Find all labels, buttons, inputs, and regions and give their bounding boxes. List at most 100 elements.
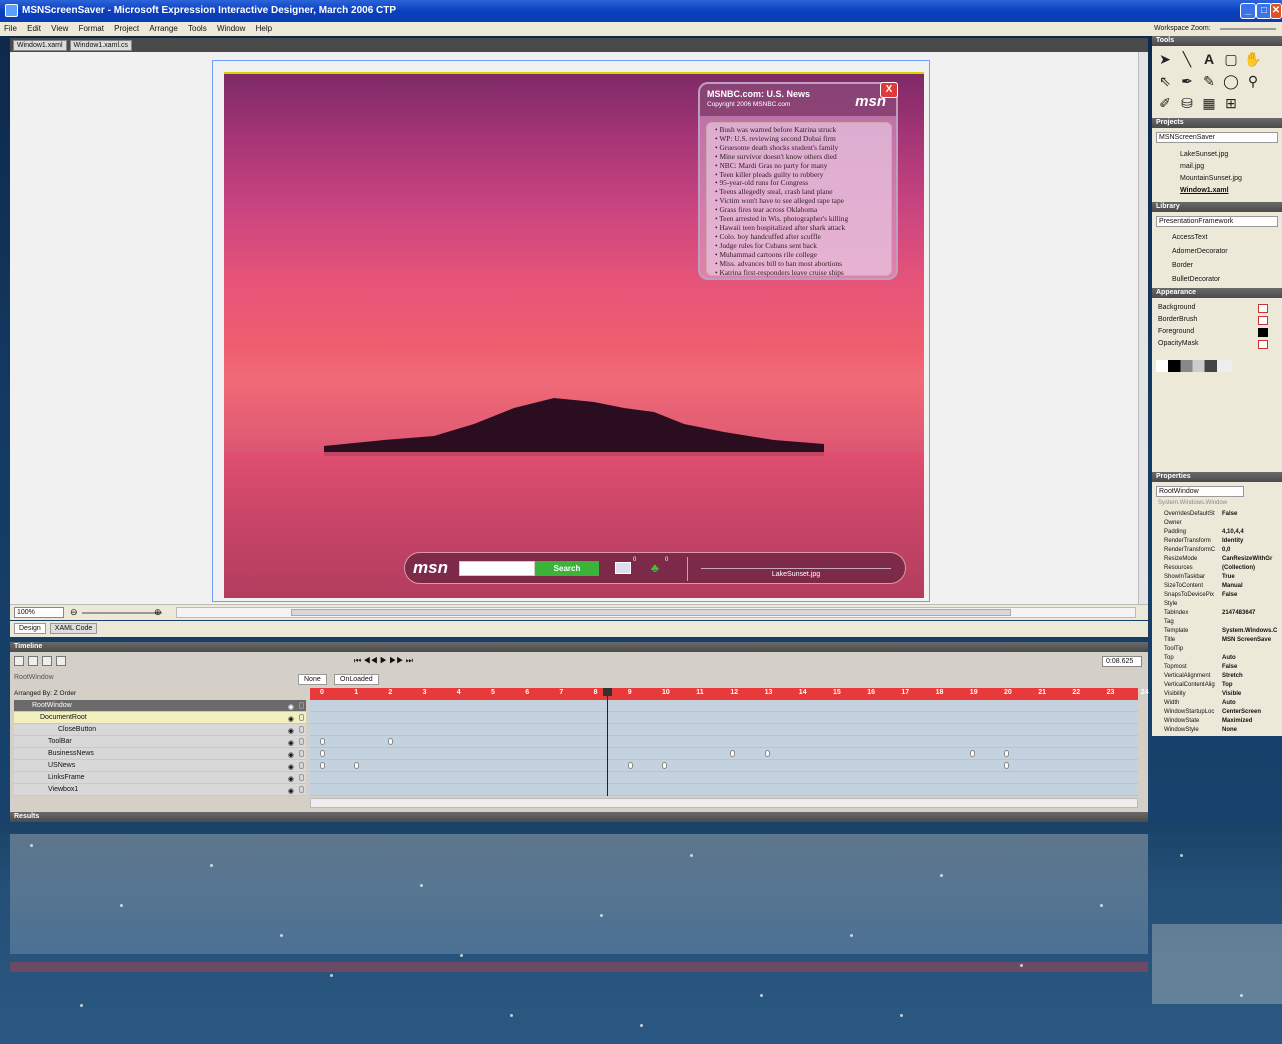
workspace-zoom-slider[interactable] <box>1220 28 1276 30</box>
library-item-adornerdecorator[interactable]: AdornerDecorator <box>1172 248 1228 255</box>
property-value[interactable]: Auto <box>1222 654 1282 663</box>
menu-project[interactable]: Project <box>114 24 139 33</box>
property-row[interactable]: ShowInTaskbar True <box>1156 573 1280 582</box>
eyedropper-tool-icon[interactable]: ✐ <box>1156 94 1174 112</box>
lock-icon[interactable] <box>299 726 304 733</box>
project-root[interactable]: MSNScreenSaver <box>1156 132 1278 143</box>
property-value[interactable]: 0,0 <box>1222 546 1282 555</box>
library-item-border[interactable]: Border <box>1172 262 1193 269</box>
property-row[interactable]: Top Auto <box>1156 654 1280 663</box>
property-row[interactable]: VerticalAlignment Stretch <box>1156 672 1280 681</box>
lock-icon[interactable] <box>299 738 304 745</box>
keyframe-marker[interactable] <box>320 750 325 757</box>
headline-item[interactable]: Bush was warned before Katrina struck <box>715 126 887 135</box>
property-row[interactable]: TabIndex 2147483647 <box>1156 609 1280 618</box>
tab-window1-xaml-cs[interactable]: Window1.xaml.cs <box>69 40 132 51</box>
timeline-track[interactable] <box>310 760 1138 772</box>
project-file-window1[interactable]: Window1.xaml <box>1180 187 1229 194</box>
time-display[interactable]: 0:08.625 <box>1102 656 1142 667</box>
appearance-background[interactable]: Background <box>1158 304 1195 311</box>
pan-tool-icon[interactable]: ✋ <box>1244 50 1262 68</box>
search-input[interactable] <box>459 561 535 576</box>
zoom-select[interactable]: 100% <box>14 607 64 618</box>
project-file-lakesunset[interactable]: LakeSunset.jpg <box>1180 151 1228 158</box>
keyframe-marker[interactable] <box>354 762 360 769</box>
playback-controls[interactable]: ⏮ ◀◀ ▶ ▶▶ ⏭ <box>354 656 413 666</box>
property-value[interactable]: CenterScreen <box>1222 708 1282 717</box>
zoom-tool-icon[interactable]: ⚲ <box>1244 72 1262 90</box>
zoom-out-icon[interactable]: ⊖ <box>70 607 78 618</box>
property-row[interactable]: ResizeMode CanResizeWithGr <box>1156 555 1280 564</box>
headline-item[interactable]: Grass fires tear across Oklahoma <box>715 206 887 215</box>
brush-type-selector[interactable] <box>1156 360 1232 372</box>
property-row[interactable]: Topmost False <box>1156 663 1280 672</box>
timeline-tracks[interactable] <box>310 700 1138 796</box>
headline-item[interactable]: Colo. boy handcuffed after scuffle <box>715 233 887 242</box>
property-row[interactable]: Template System.Windows.C <box>1156 627 1280 636</box>
tree-row[interactable]: BusinessNews ◉ <box>14 748 306 760</box>
menu-arrange[interactable]: Arrange <box>149 24 177 33</box>
timeline-track[interactable] <box>310 724 1138 736</box>
zoom-in-icon[interactable]: ⊕ <box>154 607 162 618</box>
property-row[interactable]: Width Auto <box>1156 699 1280 708</box>
tree-row[interactable]: RootWindow ◉ <box>14 700 306 712</box>
headline-item[interactable]: Muhammad cartoons rile college <box>715 251 887 260</box>
headline-item[interactable]: Hawaii teen hospitalized after shark att… <box>715 224 887 233</box>
headline-item[interactable]: Teen arrested in Wis. photographer's kil… <box>715 215 887 224</box>
lock-icon[interactable] <box>299 762 304 769</box>
tree-row[interactable]: LinksFrame ◉ <box>14 772 306 784</box>
timeline-search-icon[interactable] <box>42 656 52 666</box>
headline-item[interactable]: Teen killer pleads guilty to robbery <box>715 171 887 180</box>
property-value[interactable]: Auto <box>1222 699 1282 708</box>
tree-row[interactable]: DocumentRoot ◉ <box>14 712 306 724</box>
timeline-layer-icon[interactable] <box>28 656 38 666</box>
tree-row[interactable]: ToolBar ◉ <box>14 736 306 748</box>
appearance-borderbrush[interactable]: BorderBrush <box>1158 316 1197 323</box>
zoom-slider[interactable] <box>82 612 162 614</box>
property-value[interactable]: MSN ScreenSave <box>1222 636 1282 645</box>
headline-item[interactable]: 95-year-old runs for Congress <box>715 179 887 188</box>
project-file-mail[interactable]: mail.jpg <box>1180 163 1204 170</box>
menu-file[interactable]: File <box>4 24 17 33</box>
menu-help[interactable]: Help <box>256 24 272 33</box>
property-value[interactable]: False <box>1222 591 1282 600</box>
menu-tools[interactable]: Tools <box>188 24 207 33</box>
property-value[interactable]: Visible <box>1222 690 1282 699</box>
opacitymask-swatch[interactable] <box>1258 340 1268 349</box>
pen-tool-icon[interactable]: ✒ <box>1178 72 1196 90</box>
tab-xaml-code[interactable]: XAML Code <box>49 623 98 634</box>
headline-item[interactable]: Victim won't have to see alleged rape ta… <box>715 197 887 206</box>
property-value[interactable]: Stretch <box>1222 672 1282 681</box>
lock-icon[interactable] <box>299 774 304 781</box>
close-button[interactable]: X <box>880 82 898 98</box>
property-row[interactable]: WindowStartupLoc CenterScreen <box>1156 708 1280 717</box>
timeline-track[interactable] <box>310 712 1138 724</box>
window-title-bar[interactable]: MSNScreenSaver - Microsoft Expression In… <box>0 0 1282 22</box>
scroll-thumb[interactable] <box>291 609 1011 616</box>
line-tool-icon[interactable]: ╲ <box>1178 50 1196 68</box>
property-value[interactable]: False <box>1222 510 1282 519</box>
menu-edit[interactable]: Edit <box>27 24 41 33</box>
property-row[interactable]: Style <box>1156 600 1280 609</box>
property-row[interactable]: WindowStyle None <box>1156 726 1280 735</box>
keyframe-marker[interactable] <box>627 762 633 769</box>
tab-window1-xaml[interactable]: Window1.xaml <box>13 40 67 51</box>
timeline-add-icon[interactable] <box>56 656 66 666</box>
keyframe-marker[interactable] <box>320 738 325 745</box>
project-file-mountainsunset[interactable]: MountainSunset.jpg <box>1180 175 1242 182</box>
property-value[interactable]: CanResizeWithGr <box>1222 555 1282 564</box>
artboard-vertical-scrollbar[interactable] <box>1138 52 1148 604</box>
property-row[interactable]: OverridesDefaultSt False <box>1156 510 1280 519</box>
library-item-bulletdecorator[interactable]: BulletDecorator <box>1172 276 1220 283</box>
headline-item[interactable]: Judge rules for Cubans sent back <box>715 242 887 251</box>
library-framework-select[interactable]: PresentationFramework <box>1156 216 1278 227</box>
headline-item[interactable]: WP: U.S. reviewing second Dubai firm <box>715 135 887 144</box>
property-row[interactable]: SnapsToDevicePix False <box>1156 591 1280 600</box>
lock-icon[interactable] <box>299 702 304 709</box>
timeline-track[interactable] <box>310 772 1138 784</box>
lock-icon[interactable] <box>299 750 304 757</box>
gradient-tool-icon[interactable]: ▦ <box>1200 94 1218 112</box>
artboard-horizontal-scrollbar[interactable] <box>176 607 1136 618</box>
timeline-track[interactable] <box>310 736 1138 748</box>
property-value[interactable]: True <box>1222 573 1282 582</box>
